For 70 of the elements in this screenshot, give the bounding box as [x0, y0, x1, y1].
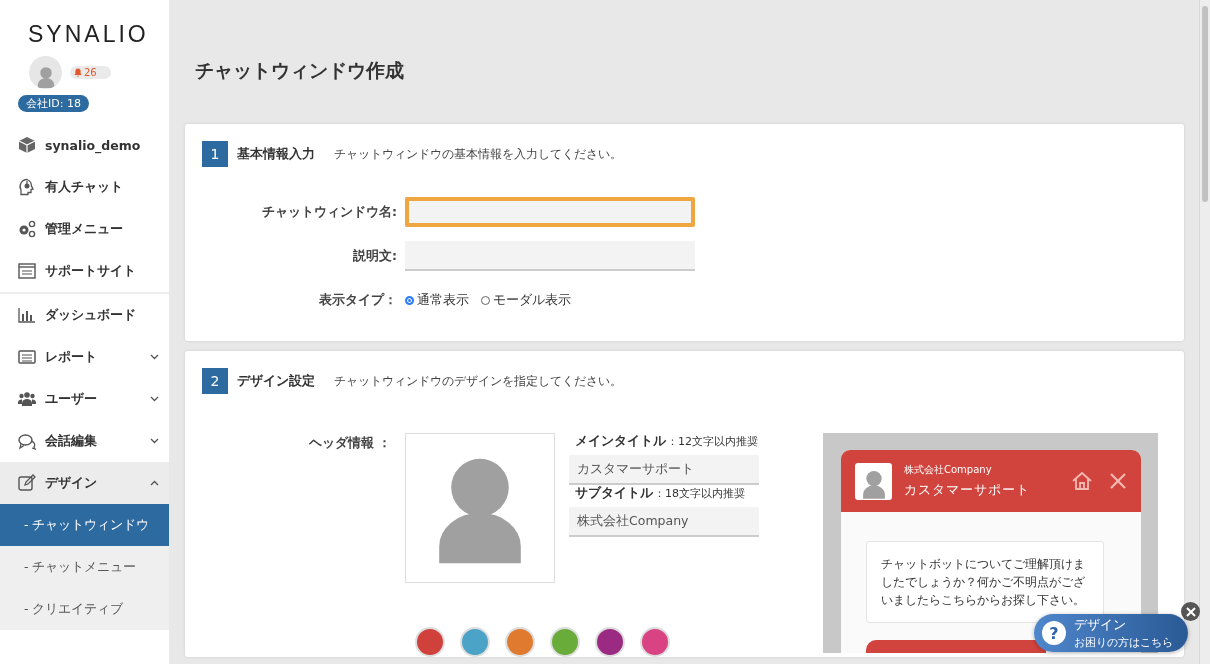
color-swatch[interactable]	[505, 627, 535, 657]
radio-button[interactable]	[405, 295, 414, 305]
section-description: チャットウィンドウの基本情報を入力してください。	[334, 145, 622, 163]
input-field[interactable]	[405, 241, 695, 271]
sidebar-item[interactable]: ダッシュボード	[0, 294, 169, 336]
field-label: サブタイトル	[575, 485, 653, 502]
input-field[interactable]: 株式会社Company	[569, 507, 759, 537]
browser-window-icon	[18, 262, 36, 280]
chat-title: カスタマーサポート	[904, 481, 1031, 499]
field-label: メインタイトル	[575, 433, 666, 450]
avatar[interactable]	[29, 56, 62, 89]
gears-icon	[18, 220, 36, 238]
chevron-up-icon	[150, 480, 159, 486]
radio-option[interactable]: モーダル表示	[481, 291, 571, 309]
section-title: デザイン設定	[237, 372, 315, 390]
company-id-badge: 会社ID: 18	[18, 95, 89, 112]
close-icon[interactable]	[1109, 472, 1127, 490]
sidebar-item[interactable]: synalio_demo	[0, 124, 169, 166]
input-field[interactable]	[405, 197, 695, 227]
home-icon[interactable]	[1071, 471, 1093, 491]
radio-option[interactable]: 通常表示	[405, 291, 469, 309]
field-label: 表示タイプ：	[318, 291, 397, 309]
scrollbar-thumb[interactable]	[1202, 6, 1208, 202]
sidebar-item[interactable]: 会話編集	[0, 420, 169, 462]
edit-icon	[18, 474, 36, 492]
chevron-down-icon	[150, 438, 159, 444]
input-field[interactable]: カスタマーサポート	[569, 455, 759, 485]
field-hint: ：12文字以内推奨	[667, 434, 758, 449]
field-label: ヘッダ情報 ：	[307, 434, 391, 452]
logo: SYNALIO	[27, 20, 150, 49]
chevron-down-icon	[150, 354, 159, 360]
section-description: チャットウィンドウのデザインを指定してください。	[334, 372, 622, 390]
radio-button[interactable]	[481, 295, 490, 305]
submenu-item[interactable]: - クリエイティブ	[0, 588, 169, 630]
cube-icon	[18, 136, 36, 154]
help-text: お困りの方はこちら	[1074, 634, 1173, 650]
bell-icon	[74, 68, 82, 77]
chat-subtitle: 株式会社Company	[904, 463, 993, 477]
image-upload-box[interactable]	[405, 433, 555, 583]
sidebar-item[interactable]: 管理メニュー	[0, 208, 169, 250]
sidebar-item[interactable]: ユーザー	[0, 378, 169, 420]
field-hint: ：18文字以内推奨	[654, 486, 745, 501]
color-swatch[interactable]	[640, 627, 670, 657]
list-icon	[18, 348, 36, 366]
sidebar-item[interactable]: 有人チャット	[0, 166, 169, 208]
step-number: 1	[202, 141, 228, 167]
head-icon	[18, 178, 36, 196]
users-icon	[18, 390, 36, 408]
sidebar-item[interactable]: サポートサイト	[0, 250, 169, 292]
step-number: 2	[202, 368, 228, 394]
notification-count: 26	[84, 67, 97, 78]
color-swatch[interactable]	[415, 627, 445, 657]
avatar	[855, 462, 892, 500]
chevron-down-icon	[150, 396, 159, 402]
submenu-item[interactable]: - チャットメニュー	[0, 546, 169, 588]
section-title: 基本情報入力	[237, 145, 315, 163]
submenu-item[interactable]: - チャットウィンドウ	[0, 504, 169, 546]
field-label: 説明文:	[352, 247, 397, 265]
question-icon: ?	[1042, 621, 1066, 645]
sidebar-item[interactable]: レポート	[0, 336, 169, 378]
sidebar-item[interactable]: デザイン	[0, 462, 169, 504]
color-swatch[interactable]	[550, 627, 580, 657]
close-icon	[1185, 606, 1196, 617]
bar-chart-icon	[18, 306, 36, 324]
field-label: チャットウィンドウ名:	[261, 203, 397, 221]
page-title: チャットウィンドウ作成	[194, 58, 405, 83]
color-swatch[interactable]	[460, 627, 490, 657]
scrollbar[interactable]	[1199, 0, 1210, 664]
speech-bubbles-icon	[18, 432, 36, 450]
color-swatch[interactable]	[595, 627, 625, 657]
